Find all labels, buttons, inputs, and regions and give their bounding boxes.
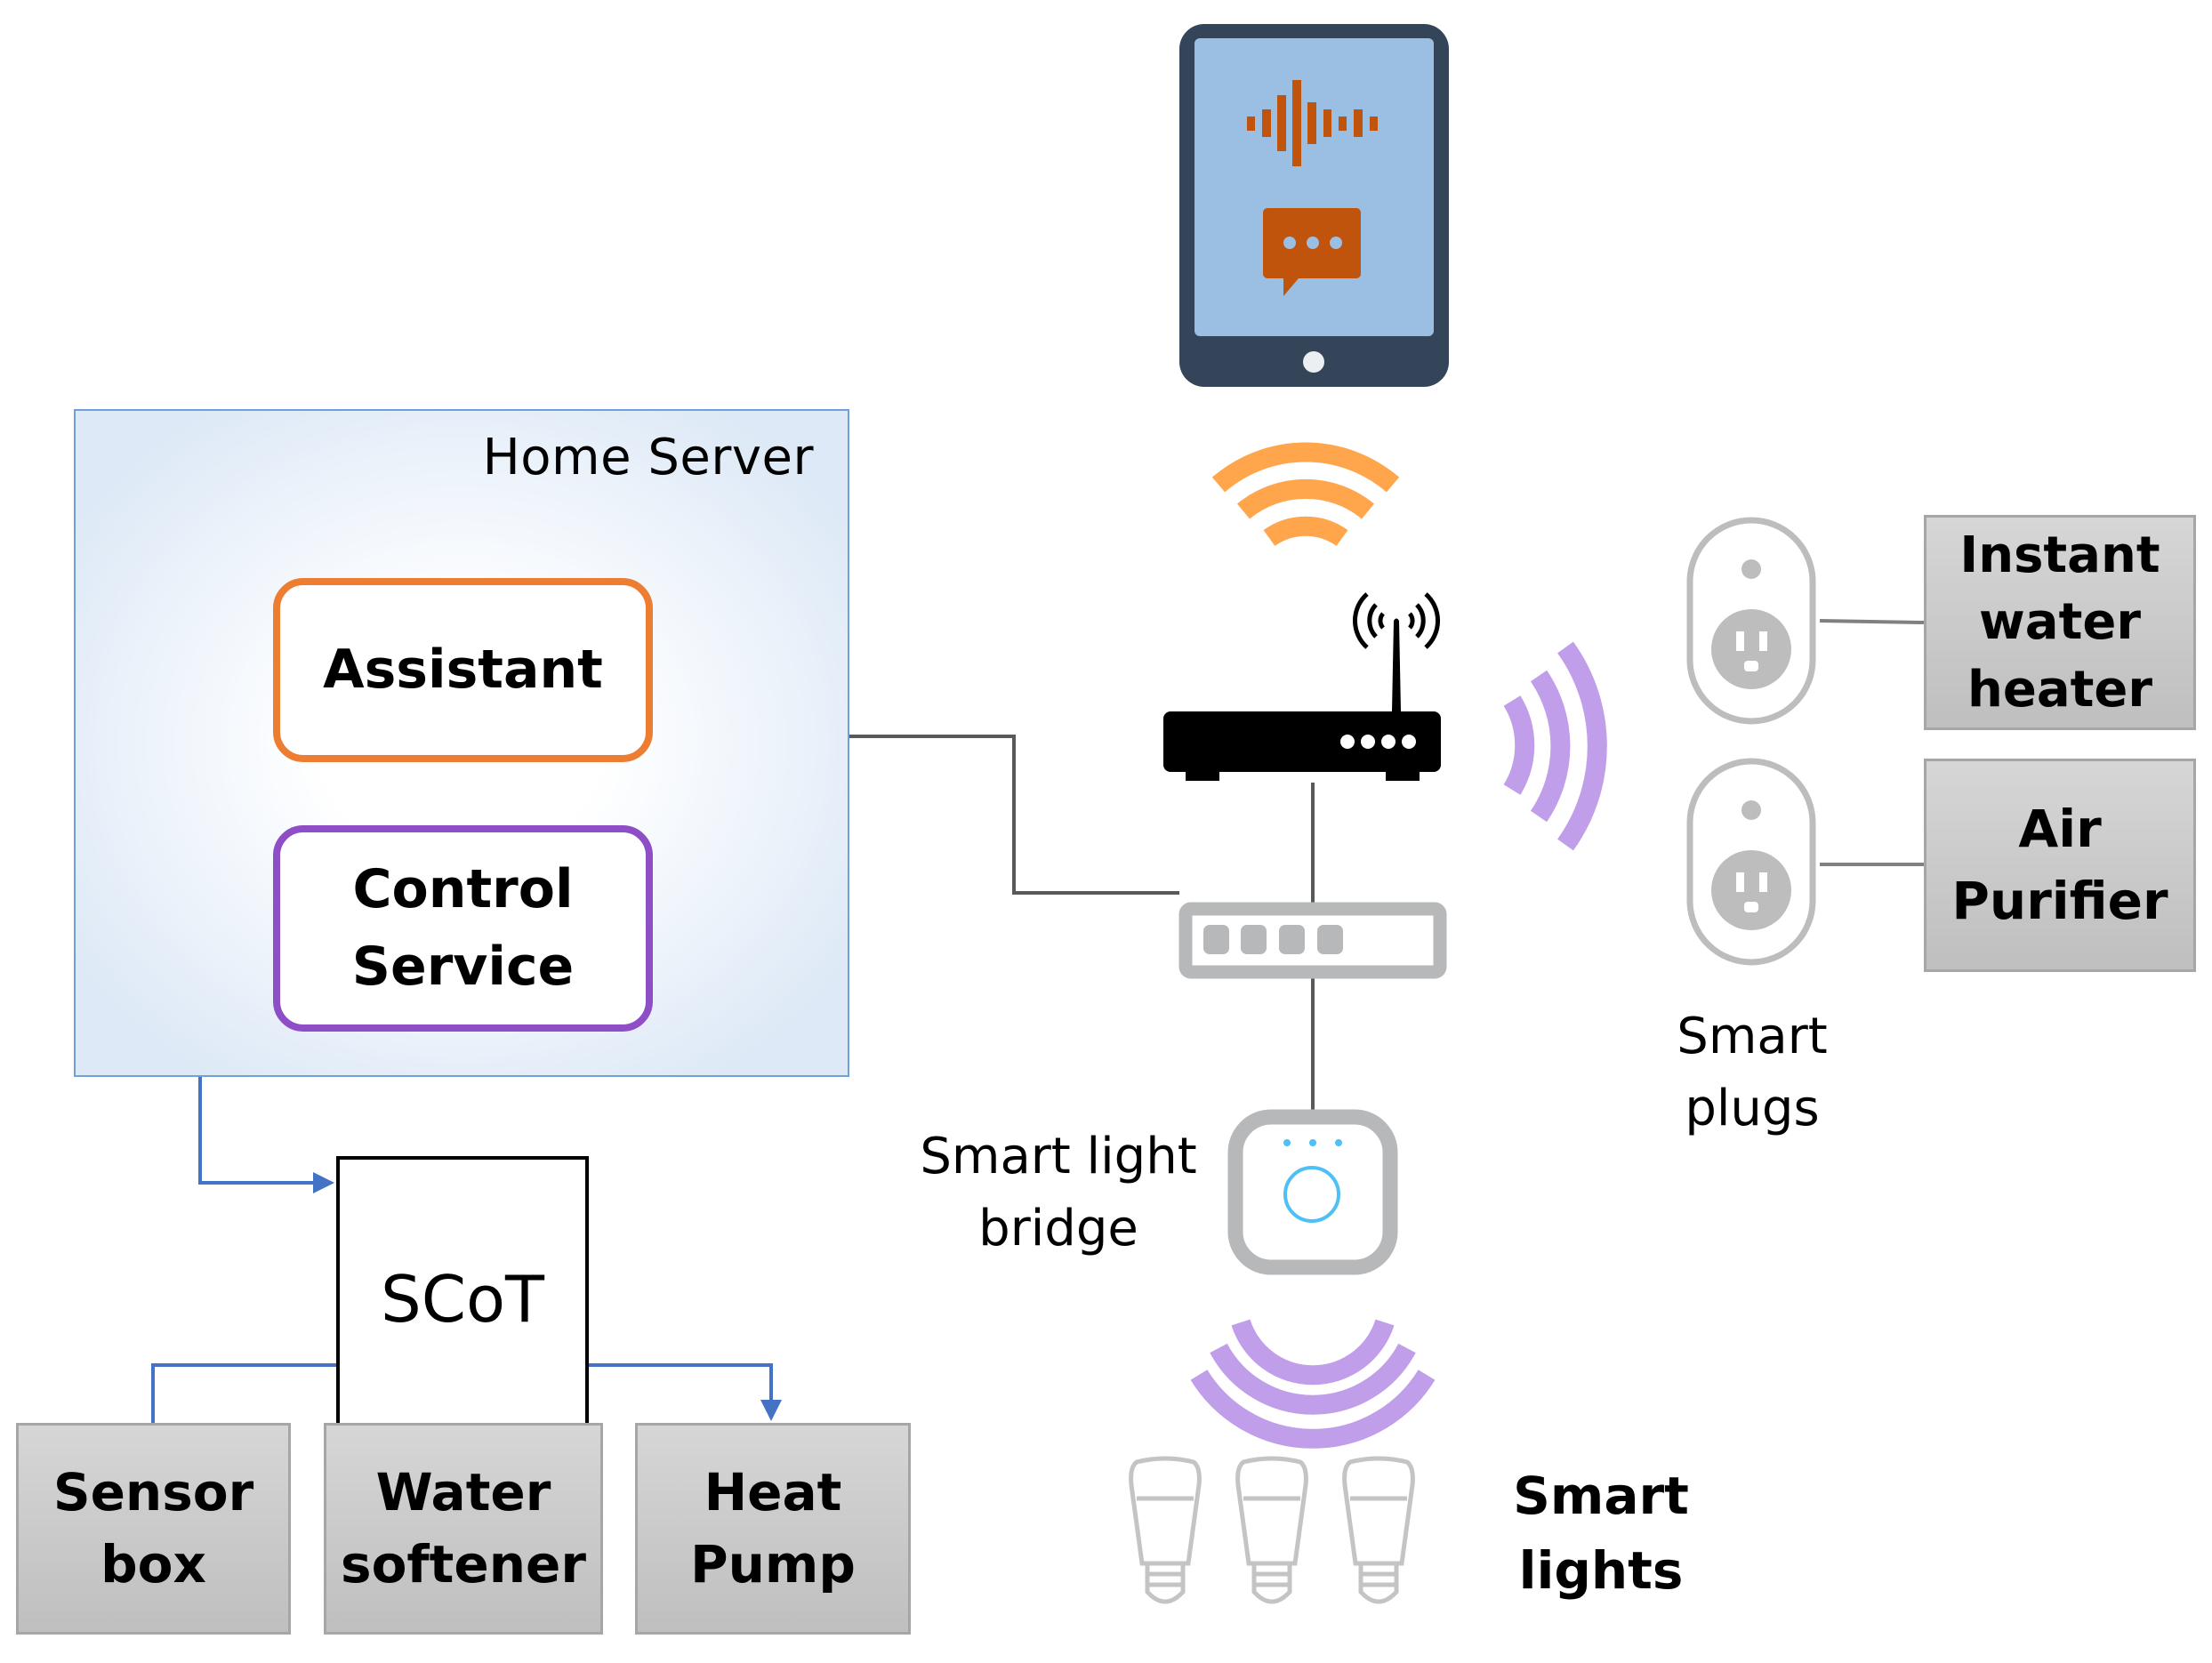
water-softener-label: Water softener	[341, 1461, 586, 1595]
smart-light-bridge-label: Smart light bridge	[920, 1128, 1197, 1258]
water-softener-node[interactable]: Water softener	[324, 1423, 603, 1635]
sensor-box-label: Sensor box	[52, 1461, 254, 1595]
light-bulb-icon	[1129, 1456, 1415, 1604]
zigbee-signal-icon-lights	[1190, 1319, 1436, 1449]
instant-water-heater-label: Instant water heater	[1959, 526, 2160, 719]
smart-plugs-label: Smart plugs	[1677, 1008, 1828, 1138]
tablet-icon	[1179, 24, 1449, 387]
ethernet-wire-server-switch	[849, 735, 1179, 895]
assistant-node[interactable]: Assistant	[273, 578, 653, 762]
network-switch-icon	[1178, 902, 1447, 979]
smart-plug-icon	[1686, 517, 1816, 966]
wifi-signal-icon	[1211, 442, 1400, 547]
zigbee-signal-icon-plugs	[1503, 641, 1607, 851]
instant-water-heater-node[interactable]: Instant water heater	[1924, 515, 2196, 730]
control-service-label: Control Service	[351, 858, 575, 998]
air-purifier-node[interactable]: Air Purifier	[1924, 759, 2196, 972]
hue-bridge-icon	[1227, 1109, 1398, 1275]
smart-lights-label: Smart lights	[1513, 1466, 1689, 1602]
wifi-router-icon	[1163, 592, 1441, 781]
heat-pump-node[interactable]: Heat Pump	[635, 1423, 911, 1635]
scot-node[interactable]: SCoT	[336, 1156, 589, 1442]
heat-pump-label: Heat Pump	[690, 1461, 856, 1595]
control-service-node[interactable]: Control Service	[273, 825, 653, 1032]
air-purifier-label: Air Purifier	[1951, 798, 2168, 931]
assistant-label: Assistant	[323, 639, 603, 701]
sensor-box-node[interactable]: Sensor box	[16, 1423, 291, 1635]
plug-wire-heater	[1819, 619, 1925, 624]
home-server-title: Home Server	[482, 429, 814, 486]
scot-label: SCoT	[380, 1262, 544, 1337]
